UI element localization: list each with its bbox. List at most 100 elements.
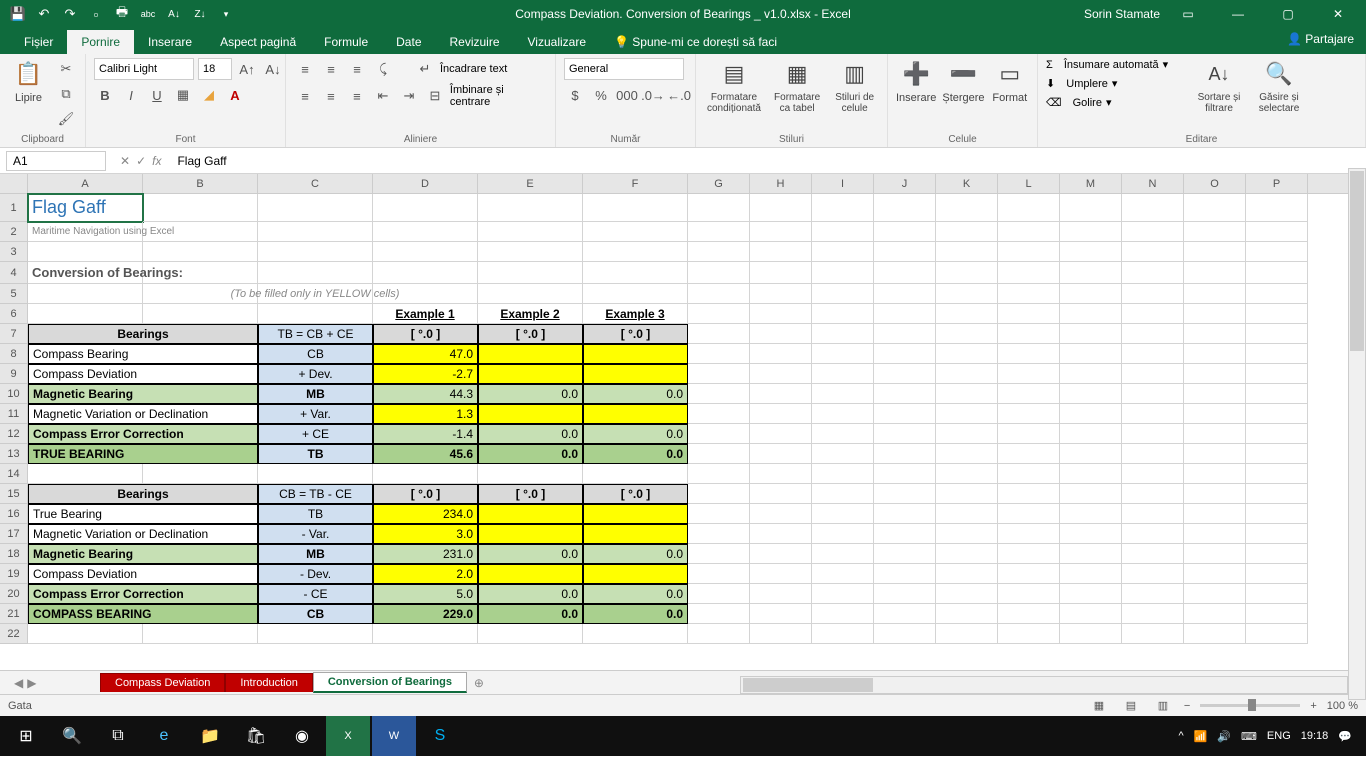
merge-label[interactable]: Îmbinare și centrare: [450, 84, 547, 108]
cell-a10[interactable]: Magnetic Bearing: [28, 384, 258, 404]
worksheet-grid[interactable]: A B C D E F G H I J K L M N O P 1 2 3 4 …: [0, 174, 1366, 670]
cell-f8[interactable]: [583, 344, 688, 364]
tray-up-icon[interactable]: ^: [1178, 730, 1183, 742]
skype-icon[interactable]: S: [418, 716, 462, 756]
cell-d19[interactable]: 2.0: [373, 564, 478, 584]
prev-sheet-icon[interactable]: ◀: [14, 676, 23, 690]
row-header[interactable]: 3: [0, 242, 28, 262]
cell-f12[interactable]: 0.0: [583, 424, 688, 444]
row-header[interactable]: 8: [0, 344, 28, 364]
word-taskbar-icon[interactable]: W: [372, 716, 416, 756]
sort-asc-icon[interactable]: A↓: [162, 3, 186, 25]
cell-f19[interactable]: [583, 564, 688, 584]
zoom-level[interactable]: 100 %: [1327, 700, 1358, 712]
cell-d9[interactable]: -2.7: [373, 364, 478, 384]
notifications-icon[interactable]: 💬: [1338, 730, 1352, 743]
enter-formula-icon[interactable]: ✓: [136, 154, 146, 168]
cell-f16[interactable]: [583, 504, 688, 524]
cell-c15[interactable]: CB = TB - CE: [258, 484, 373, 504]
cell-f9[interactable]: [583, 364, 688, 384]
language-indicator[interactable]: ENG: [1267, 730, 1291, 742]
cell-d21[interactable]: 229.0: [373, 604, 478, 624]
cell-d12[interactable]: -1.4: [373, 424, 478, 444]
paste-button[interactable]: 📋 Lipire: [8, 58, 49, 104]
col-header[interactable]: P: [1246, 174, 1308, 194]
font-size-select[interactable]: 18: [198, 58, 232, 80]
row-header[interactable]: 18: [0, 544, 28, 564]
cell-e17[interactable]: [478, 524, 583, 544]
cell-f21[interactable]: 0.0: [583, 604, 688, 624]
wrap-text-label[interactable]: Încadrare text: [440, 63, 507, 75]
chrome-icon[interactable]: ◉: [280, 716, 324, 756]
sheet-tab-introduction[interactable]: Introduction: [225, 673, 312, 692]
wrap-text-icon[interactable]: ↵: [414, 58, 436, 80]
cell-e19[interactable]: [478, 564, 583, 584]
row-header[interactable]: 1: [0, 194, 28, 222]
decrease-decimal-icon[interactable]: ←.0: [668, 84, 690, 106]
name-box[interactable]: A1: [6, 151, 106, 171]
cell-e21[interactable]: 0.0: [478, 604, 583, 624]
row-header[interactable]: 10: [0, 384, 28, 404]
cell-d16[interactable]: 234.0: [373, 504, 478, 524]
row-header[interactable]: 4: [0, 262, 28, 284]
cell-f20[interactable]: 0.0: [583, 584, 688, 604]
cell-a4[interactable]: Conversion of Bearings:: [28, 262, 143, 284]
sort-desc-icon[interactable]: Z↓: [188, 3, 212, 25]
row-header[interactable]: 11: [0, 404, 28, 424]
cell-c16[interactable]: TB: [258, 504, 373, 524]
qat-more-icon[interactable]: ▾: [214, 3, 238, 25]
align-center-icon[interactable]: ≡: [320, 85, 342, 107]
user-name[interactable]: Sorin Stamate: [1084, 7, 1160, 21]
cell-f10[interactable]: 0.0: [583, 384, 688, 404]
format-cell-button[interactable]: ▭Format: [991, 58, 1029, 104]
comma-icon[interactable]: 000: [616, 84, 638, 106]
redo-icon[interactable]: ↷: [58, 3, 82, 25]
clock[interactable]: 19:18: [1301, 730, 1329, 742]
cell-a8[interactable]: Compass Bearing: [28, 344, 258, 364]
row-header[interactable]: 15: [0, 484, 28, 504]
cell-a15[interactable]: Bearings: [28, 484, 258, 504]
align-bottom-icon[interactable]: ≡: [346, 58, 368, 80]
tab-file[interactable]: Fișier: [10, 30, 67, 54]
decrease-indent-icon[interactable]: ⇤: [372, 85, 394, 107]
cell-d20[interactable]: 5.0: [373, 584, 478, 604]
cancel-formula-icon[interactable]: ✕: [120, 154, 130, 168]
col-header[interactable]: G: [688, 174, 750, 194]
cell-a19[interactable]: Compass Deviation: [28, 564, 258, 584]
cell-f15[interactable]: [ °.0 ]: [583, 484, 688, 504]
cell-f18[interactable]: 0.0: [583, 544, 688, 564]
fill-color-icon[interactable]: ◢: [198, 84, 220, 106]
decrease-font-icon[interactable]: A↓: [262, 58, 284, 80]
network-icon[interactable]: 📶: [1194, 730, 1208, 743]
cut-icon[interactable]: ✂: [55, 58, 77, 80]
cell-a16[interactable]: True Bearing: [28, 504, 258, 524]
next-sheet-icon[interactable]: ▶: [27, 676, 36, 690]
cell-e9[interactable]: [478, 364, 583, 384]
page-layout-view-icon[interactable]: ▤: [1120, 697, 1142, 715]
row-header[interactable]: 22: [0, 624, 28, 644]
cell-d11[interactable]: 1.3: [373, 404, 478, 424]
cell-f13[interactable]: 0.0: [583, 444, 688, 464]
cell-c21[interactable]: CB: [258, 604, 373, 624]
cell-a13[interactable]: TRUE BEARING: [28, 444, 258, 464]
increase-font-icon[interactable]: A↑: [236, 58, 258, 80]
cell-a7[interactable]: Bearings: [28, 324, 258, 344]
tab-view[interactable]: Vizualizare: [514, 30, 600, 54]
col-header[interactable]: B: [143, 174, 258, 194]
cell-e13[interactable]: 0.0: [478, 444, 583, 464]
cell-e8[interactable]: [478, 344, 583, 364]
percent-icon[interactable]: %: [590, 84, 612, 106]
row-header[interactable]: 9: [0, 364, 28, 384]
merge-icon[interactable]: ⊟: [424, 85, 446, 107]
col-header[interactable]: A: [28, 174, 143, 194]
row-header[interactable]: 6: [0, 304, 28, 324]
cell-e16[interactable]: [478, 504, 583, 524]
cell-a2[interactable]: Maritime Navigation using Excel: [28, 222, 143, 242]
edge-icon[interactable]: e: [142, 716, 186, 756]
cell-c8[interactable]: CB: [258, 344, 373, 364]
number-format-select[interactable]: General: [564, 58, 684, 80]
cell-a20[interactable]: Compass Error Correction: [28, 584, 258, 604]
page-break-view-icon[interactable]: ▥: [1152, 697, 1174, 715]
row-header[interactable]: 7: [0, 324, 28, 344]
cell-d10[interactable]: 44.3: [373, 384, 478, 404]
